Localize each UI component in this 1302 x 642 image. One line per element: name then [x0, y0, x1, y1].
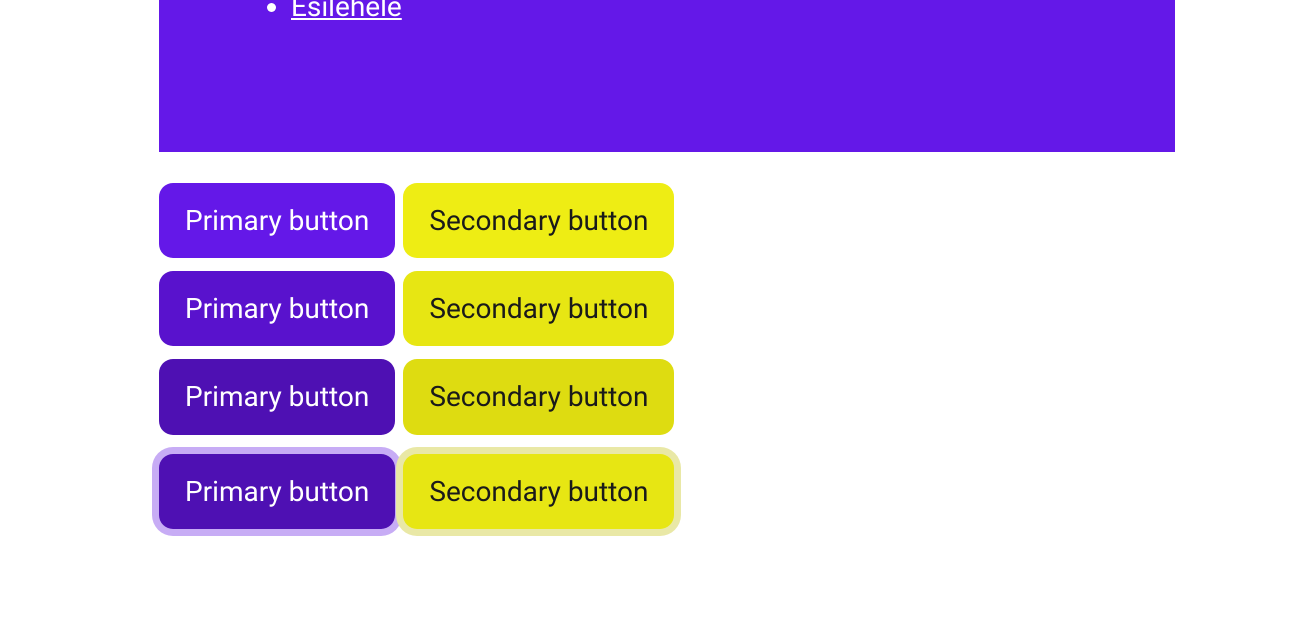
primary-button[interactable]: Primary button [159, 271, 395, 346]
home-link[interactable]: Esilehele [291, 0, 402, 23]
button-demo-area: Primary button Secondary button Primary … [159, 183, 1302, 529]
primary-button[interactable]: Primary button [159, 454, 395, 529]
secondary-button[interactable]: Secondary button [403, 271, 674, 346]
secondary-button[interactable]: Secondary button [403, 454, 674, 529]
button-row-hover: Primary button Secondary button [159, 271, 1302, 346]
primary-button[interactable]: Primary button [159, 359, 395, 434]
header-panel: Esilehele [159, 0, 1175, 152]
primary-button[interactable]: Primary button [159, 183, 395, 258]
button-row-default: Primary button Secondary button [159, 183, 1302, 258]
nav-list: Esilehele [291, 0, 402, 23]
button-row-active: Primary button Secondary button [159, 359, 1302, 434]
nav-list-item: Esilehele [291, 0, 402, 23]
button-row-focus: Primary button Secondary button [159, 454, 1302, 529]
secondary-button[interactable]: Secondary button [403, 359, 674, 434]
secondary-button[interactable]: Secondary button [403, 183, 674, 258]
